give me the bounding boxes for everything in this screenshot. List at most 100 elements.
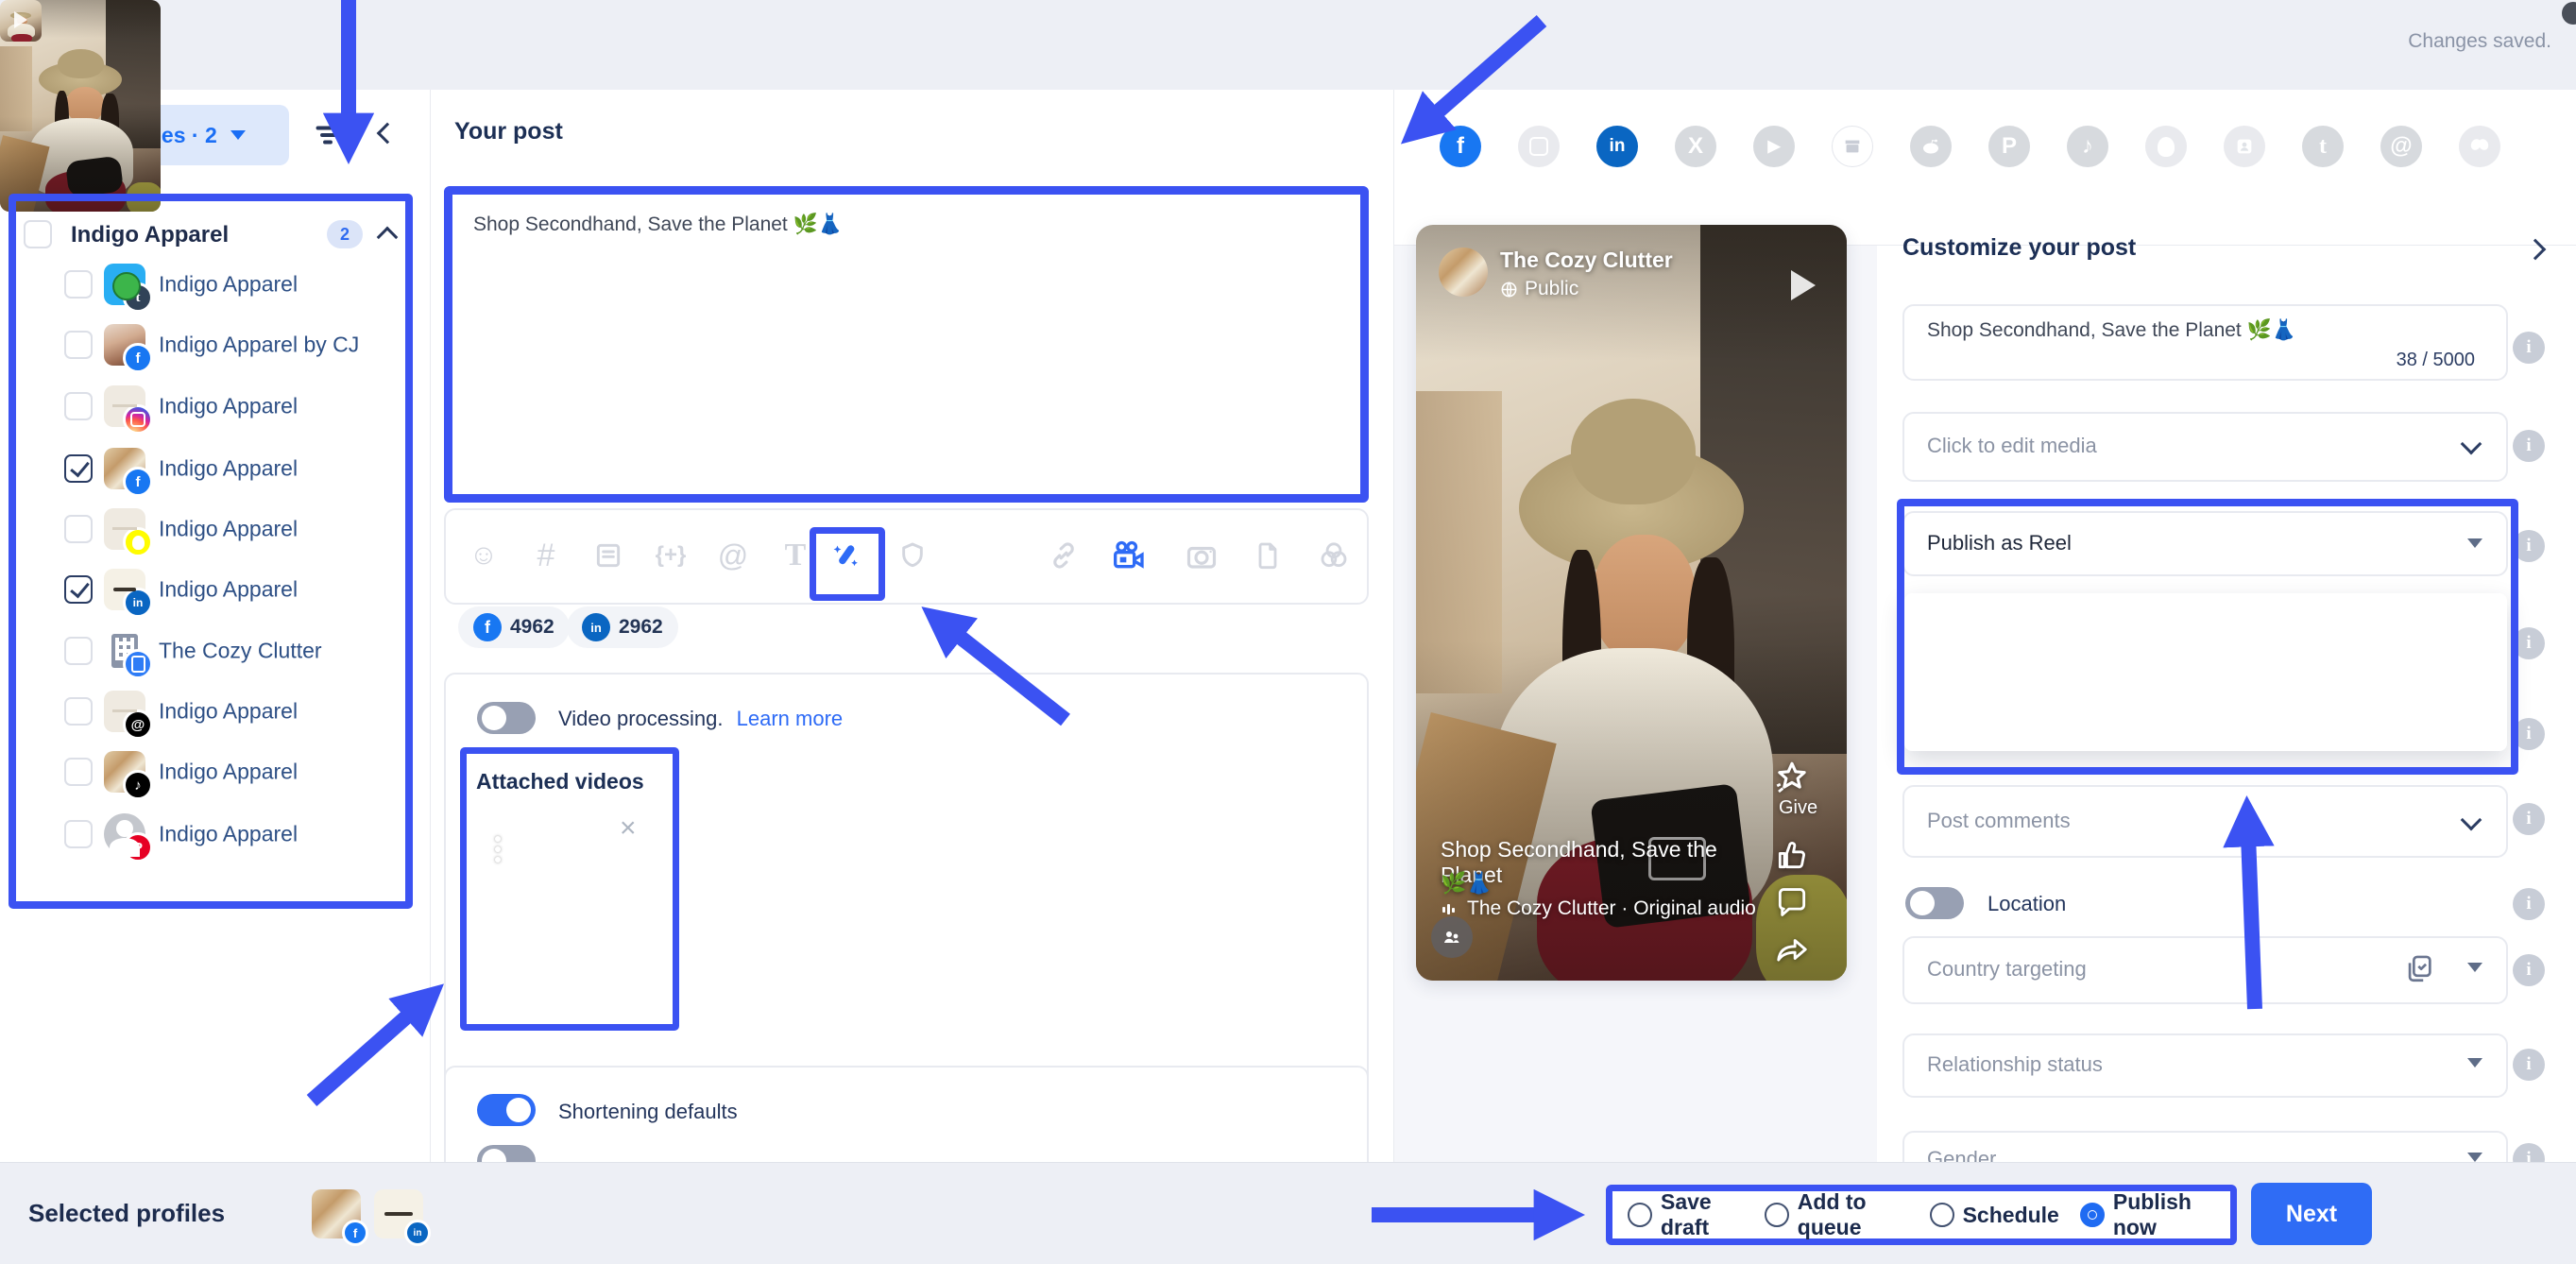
shortening-toggle[interactable] — [477, 1094, 536, 1126]
radio-icon[interactable] — [1628, 1203, 1652, 1227]
linkedin-tab-icon[interactable]: in — [1596, 126, 1638, 167]
like-icon[interactable] — [1774, 837, 1810, 873]
emoji-icon[interactable]: ☺ — [463, 535, 504, 576]
profile-checkbox[interactable] — [64, 515, 93, 543]
pinterest-tab-icon[interactable]: P — [1988, 126, 2030, 167]
network-tabs: f in X ▶ P ♪ t @ — [1394, 90, 2576, 246]
business-profile-tab-icon[interactable] — [2224, 126, 2265, 167]
google-business-tab-icon[interactable] — [1832, 126, 1873, 167]
info-icon[interactable]: i — [2513, 332, 2545, 364]
profile-checkbox[interactable] — [64, 637, 93, 665]
profile-row[interactable]: The Cozy Clutter — [0, 630, 416, 672]
radio-icon[interactable] — [1930, 1203, 1954, 1227]
info-icon[interactable]: i — [2513, 430, 2545, 462]
camera-icon[interactable] — [1181, 535, 1222, 576]
profile-checkbox[interactable] — [64, 454, 93, 483]
info-icon[interactable]: i — [2513, 627, 2545, 659]
tiktok-tab-icon[interactable]: ♪ — [2067, 126, 2108, 167]
hashtag-icon[interactable]: # — [525, 535, 567, 576]
profile-avatar: f — [104, 324, 145, 366]
linkedin-char-count: 2962 — [619, 616, 663, 639]
info-icon[interactable]: i — [2513, 1049, 2545, 1081]
profile-row[interactable]: Indigo Apparel — [0, 508, 416, 550]
profile-row[interactable]: f Indigo Apparel by CJ — [0, 324, 416, 366]
profile-checkbox[interactable] — [64, 575, 93, 604]
x-tab-icon[interactable]: X — [1675, 126, 1716, 167]
threads-tab-icon[interactable]: @ — [2380, 126, 2422, 167]
profile-name: Indigo Apparel — [159, 577, 298, 603]
next-button[interactable]: Next — [2251, 1183, 2372, 1245]
comment-icon[interactable] — [1774, 884, 1810, 920]
publish-now-option[interactable]: Publish now — [2080, 1189, 2215, 1240]
profile-checkbox[interactable] — [64, 697, 93, 726]
profile-checkbox[interactable] — [64, 820, 93, 848]
tumblr-icon: t — [123, 282, 153, 313]
profile-checkbox[interactable] — [64, 758, 93, 786]
profile-row[interactable]: f Indigo Apparel — [0, 448, 416, 489]
play-icon[interactable] — [597, 905, 622, 935]
collapse-sidebar-icon[interactable] — [377, 123, 399, 145]
variables-icon[interactable]: {+} — [650, 535, 691, 576]
instagram-tab-icon[interactable] — [1518, 126, 1560, 167]
chevron-up-icon[interactable] — [377, 227, 399, 248]
add-to-queue-option[interactable]: Add to queue — [1765, 1189, 1909, 1240]
profile-group-name[interactable]: Indigo Apparel — [71, 222, 229, 248]
filter-icon[interactable] — [314, 118, 348, 152]
facebook-tab-icon[interactable]: f — [1440, 126, 1481, 167]
schedule-option[interactable]: Schedule — [1930, 1203, 2059, 1228]
give-label: Give — [1779, 797, 1817, 819]
reddit-tab-icon[interactable] — [1910, 126, 1952, 167]
radio-icon[interactable] — [1765, 1203, 1789, 1227]
document-icon[interactable] — [1247, 535, 1288, 576]
profile-name: Indigo Apparel — [159, 517, 298, 542]
snapchat-tab-icon[interactable] — [2145, 126, 2187, 167]
share-icon[interactable] — [1774, 931, 1810, 967]
link-icon[interactable] — [1043, 535, 1084, 576]
profile-row[interactable]: P Indigo Apparel — [0, 813, 416, 855]
profile-row[interactable]: Indigo Apparel — [0, 385, 416, 427]
radio-selected-icon[interactable] — [2080, 1203, 2105, 1227]
profile-checkbox[interactable] — [64, 270, 93, 299]
drag-handle-icon[interactable] — [495, 831, 501, 867]
shield-icon[interactable] — [892, 535, 933, 576]
saved-captions-icon[interactable] — [588, 535, 629, 576]
info-icon[interactable]: i — [2513, 803, 2545, 835]
post-text-area[interactable]: Shop Secondhand, Save the Planet 🌿👗 — [444, 186, 1369, 503]
copy-icon[interactable] — [2403, 952, 2435, 984]
give-star-icon[interactable] — [1772, 759, 1812, 798]
media-thumbnail[interactable] — [0, 0, 42, 42]
info-icon[interactable]: i — [2513, 954, 2545, 986]
video-processing-toggle[interactable] — [477, 702, 536, 734]
profile-row[interactable]: in Indigo Apparel — [0, 569, 416, 610]
info-icon[interactable]: i — [2513, 530, 2545, 562]
tumblr-tab-icon[interactable]: t — [2302, 126, 2344, 167]
text-format-icon[interactable]: T — [775, 535, 816, 576]
bluesky-tab-icon[interactable] — [2459, 126, 2500, 167]
profile-checkbox[interactable] — [64, 392, 93, 420]
attached-videos-heading: Attached videos — [476, 769, 644, 794]
youtube-tab-icon[interactable]: ▶ — [1753, 126, 1795, 167]
video-camera-icon[interactable] — [1107, 535, 1149, 576]
corner-dot — [2562, 2, 2576, 25]
group-checkbox[interactable] — [24, 220, 52, 248]
design-venn-icon[interactable] — [1313, 535, 1355, 576]
profile-row[interactable]: @ Indigo Apparel — [0, 691, 416, 732]
mention-icon[interactable]: @ — [712, 535, 754, 576]
preview-play-icon[interactable] — [1791, 270, 1816, 300]
info-icon[interactable]: i — [2513, 718, 2545, 750]
shortening-label: Shortening defaults — [558, 1100, 738, 1124]
relationship-status-label: Relationship status — [1927, 1052, 2103, 1077]
composer-heading: Your post — [454, 118, 563, 145]
save-draft-option[interactable]: Save draft — [1628, 1189, 1744, 1240]
profile-name: Indigo Apparel — [159, 822, 298, 847]
info-icon[interactable]: i — [2513, 888, 2545, 920]
ai-assistant-wand-icon[interactable] — [827, 535, 868, 576]
profile-checkbox[interactable] — [64, 331, 93, 359]
audio-attribution-avatar — [1431, 916, 1473, 958]
profile-avatar: P — [104, 813, 145, 855]
learn-more-link[interactable]: Learn more — [737, 707, 844, 730]
remove-video-icon[interactable]: × — [620, 812, 637, 845]
profile-row[interactable]: t Indigo Apparel — [0, 264, 416, 305]
location-toggle[interactable] — [1905, 887, 1964, 919]
profile-row[interactable]: ♪ Indigo Apparel — [0, 751, 416, 793]
